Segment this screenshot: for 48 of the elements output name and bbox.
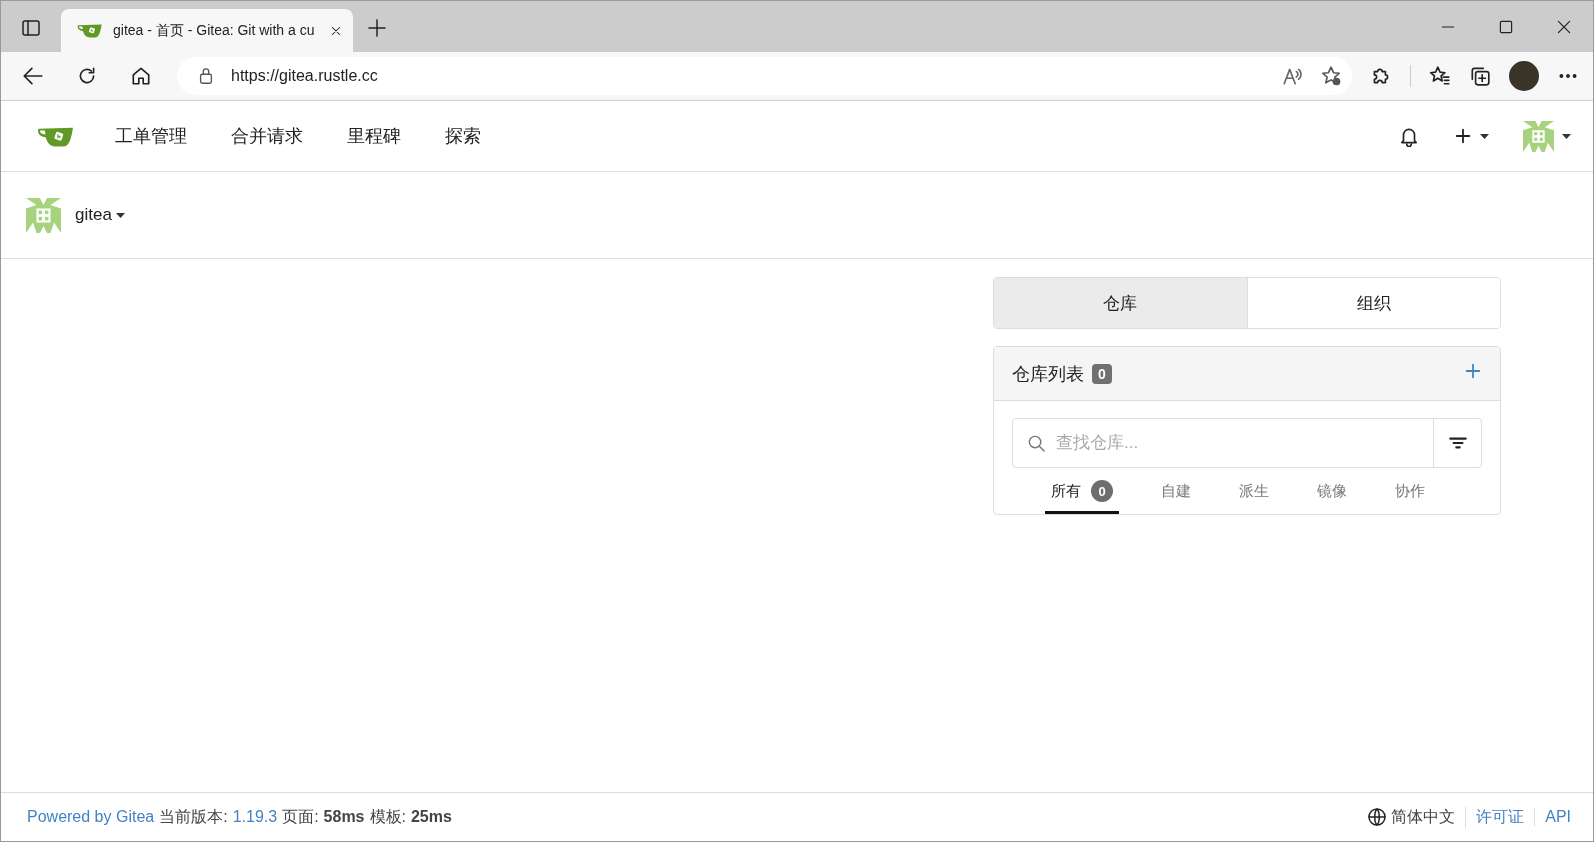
filter-tab[interactable]: 所有 0 [1045, 476, 1119, 514]
caret-icon [1480, 133, 1489, 139]
footer-link[interactable]: API [1534, 808, 1571, 826]
tab-title: gitea - 首页 - Gitea: Git with a cu [113, 21, 316, 40]
plus-icon[interactable] [1454, 127, 1472, 145]
card-title: 仓库列表 [1012, 362, 1084, 386]
profile-avatar[interactable] [1509, 61, 1539, 91]
collections-icon[interactable] [1469, 65, 1491, 87]
timing-value: 25ms [410, 808, 452, 826]
user-name[interactable]: gitea [75, 205, 112, 225]
filter-tab[interactable]: 派生 [1233, 476, 1275, 514]
footer-label: 页面: [282, 806, 319, 827]
tab-actions-icon[interactable] [21, 18, 41, 38]
filter-tab[interactable]: 自建 [1155, 476, 1197, 514]
nav-link[interactable]: 工单管理 [115, 124, 187, 148]
timing-value: 58ms [323, 808, 365, 826]
filter-tab[interactable]: 镜像 [1311, 476, 1353, 514]
teacup-logo-icon[interactable] [77, 22, 103, 39]
browser-tab[interactable]: gitea - 首页 - Gitea: Git with a cu [61, 9, 353, 52]
footer-label: 当前版本: [159, 806, 228, 827]
repo-count: 0 [1092, 363, 1112, 384]
url-text: https://gitea.rustle.cc [231, 67, 379, 85]
dashboard-tab[interactable]: 组织 [1246, 278, 1500, 328]
close-icon[interactable] [1556, 18, 1572, 35]
add-favorite-icon[interactable] [1320, 65, 1342, 87]
address-bar[interactable]: https://gitea.rustle.cc [177, 57, 1352, 95]
caret-icon [1562, 133, 1571, 139]
nav-link[interactable]: 里程碑 [347, 124, 401, 148]
language-selector[interactable]: 简体中文 [1391, 806, 1456, 828]
filter-tab[interactable]: 协作 [1389, 476, 1431, 514]
search-bar[interactable]: 查找仓库... [1012, 418, 1482, 468]
search-icon [1027, 433, 1046, 453]
home-icon[interactable] [130, 65, 152, 87]
dashboard-tab[interactable]: 仓库 [994, 278, 1247, 328]
footer-link[interactable]: 许可证 [1465, 806, 1525, 828]
footer-link[interactable]: 1.19.3 [232, 808, 278, 826]
nav-link[interactable]: 探索 [445, 124, 481, 148]
filter-count: 0 [1091, 480, 1113, 502]
globe-icon[interactable] [1367, 807, 1388, 827]
maximize-icon[interactable] [1498, 18, 1514, 35]
lock-icon [197, 67, 215, 85]
favorites-icon[interactable] [1429, 65, 1451, 87]
back-icon[interactable] [22, 65, 44, 87]
footer-link[interactable]: Powered by Gitea [27, 808, 155, 826]
caret-icon [115, 212, 125, 218]
footer-label: 模板: [369, 806, 406, 827]
nav-link[interactable]: 合并请求 [231, 124, 303, 148]
search-field[interactable]: 查找仓库... [1046, 419, 1433, 467]
